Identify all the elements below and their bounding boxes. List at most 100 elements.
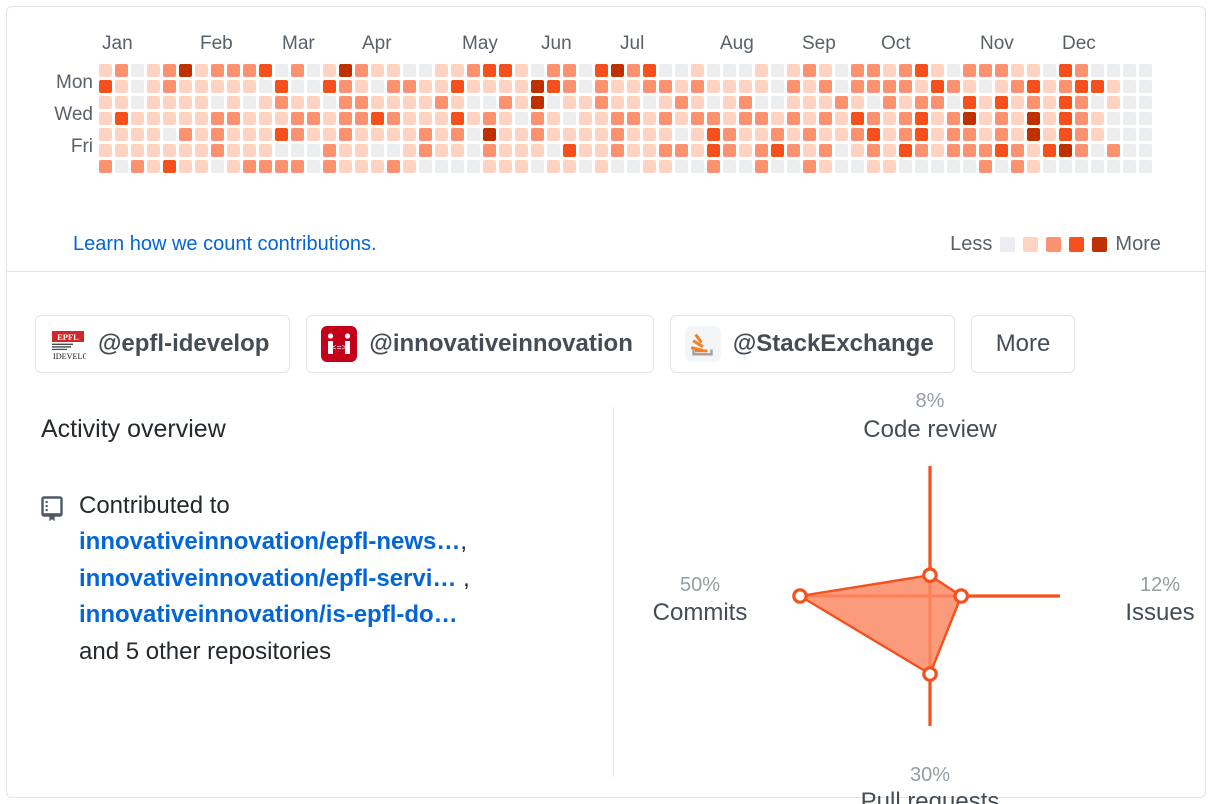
heatmap-cell[interactable] (419, 160, 432, 173)
heatmap-cell[interactable] (467, 128, 480, 141)
heatmap-cell[interactable] (499, 128, 512, 141)
heatmap-cell[interactable] (995, 96, 1008, 109)
heatmap-cell[interactable] (803, 128, 816, 141)
heatmap-cell[interactable] (483, 96, 496, 109)
heatmap-cell[interactable] (867, 160, 880, 173)
heatmap-cell[interactable] (1027, 80, 1040, 93)
heatmap-cell[interactable] (147, 128, 160, 141)
heatmap-cell[interactable] (467, 96, 480, 109)
heatmap-cell[interactable] (371, 112, 384, 125)
heatmap-cell[interactable] (259, 144, 272, 157)
heatmap-cell[interactable] (115, 144, 128, 157)
heatmap-cell[interactable] (707, 112, 720, 125)
heatmap-cell[interactable] (579, 96, 592, 109)
heatmap-cell[interactable] (1139, 128, 1152, 141)
heatmap-cell[interactable] (99, 144, 112, 157)
heatmap-cell[interactable] (675, 64, 688, 77)
heatmap-cell[interactable] (899, 112, 912, 125)
heatmap-cell[interactable] (1091, 160, 1104, 173)
heatmap-cell[interactable] (915, 144, 928, 157)
heatmap-cell[interactable] (611, 112, 624, 125)
heatmap-cell[interactable] (531, 96, 544, 109)
heatmap-cell[interactable] (1091, 96, 1104, 109)
heatmap-cell[interactable] (771, 144, 784, 157)
heatmap-cell[interactable] (323, 96, 336, 109)
heatmap-cell[interactable] (515, 128, 528, 141)
heatmap-cell[interactable] (355, 96, 368, 109)
heatmap-cell[interactable] (643, 64, 656, 77)
heatmap-cell[interactable] (499, 64, 512, 77)
heatmap-cell[interactable] (467, 64, 480, 77)
heatmap-cell[interactable] (995, 160, 1008, 173)
heatmap-cell[interactable] (947, 64, 960, 77)
heatmap-cell[interactable] (883, 128, 896, 141)
heatmap-cell[interactable] (387, 160, 400, 173)
heatmap-cell[interactable] (147, 144, 160, 157)
heatmap-cell[interactable] (547, 160, 560, 173)
heatmap-cell[interactable] (915, 64, 928, 77)
heatmap-cell[interactable] (851, 80, 864, 93)
heatmap-cell[interactable] (979, 128, 992, 141)
heatmap-cell[interactable] (1043, 160, 1056, 173)
heatmap-cell[interactable] (323, 80, 336, 93)
heatmap-cell[interactable] (723, 64, 736, 77)
heatmap-cell[interactable] (547, 80, 560, 93)
heatmap-cell[interactable] (131, 144, 144, 157)
heatmap-cell[interactable] (1027, 112, 1040, 125)
heatmap-cell[interactable] (307, 160, 320, 173)
heatmap-cell[interactable] (115, 128, 128, 141)
heatmap-cell[interactable] (1091, 144, 1104, 157)
heatmap-cell[interactable] (467, 112, 480, 125)
heatmap-cell[interactable] (899, 80, 912, 93)
heatmap-cell[interactable] (611, 160, 624, 173)
heatmap-cell[interactable] (723, 144, 736, 157)
heatmap-cell[interactable] (291, 144, 304, 157)
heatmap-cell[interactable] (371, 80, 384, 93)
heatmap-cell[interactable] (771, 96, 784, 109)
heatmap-cell[interactable] (1123, 80, 1136, 93)
heatmap-cell[interactable] (819, 128, 832, 141)
heatmap-cell[interactable] (867, 80, 880, 93)
heatmap-cell[interactable] (867, 96, 880, 109)
heatmap-cell[interactable] (739, 112, 752, 125)
heatmap-cell[interactable] (947, 144, 960, 157)
heatmap-cell[interactable] (179, 80, 192, 93)
heatmap-cell[interactable] (595, 128, 608, 141)
heatmap-cell[interactable] (659, 128, 672, 141)
heatmap-cell[interactable] (627, 80, 640, 93)
heatmap-cell[interactable] (883, 80, 896, 93)
heatmap-cell[interactable] (403, 112, 416, 125)
heatmap-cell[interactable] (627, 64, 640, 77)
heatmap-cell[interactable] (819, 80, 832, 93)
heatmap-cell[interactable] (419, 112, 432, 125)
heatmap-cell[interactable] (723, 160, 736, 173)
heatmap-cell[interactable] (1027, 128, 1040, 141)
heatmap-cell[interactable] (643, 112, 656, 125)
repo-link-2[interactable]: innovativeinnovation/epfl-servi… (79, 565, 456, 592)
heatmap-cell[interactable] (659, 80, 672, 93)
heatmap-cell[interactable] (851, 96, 864, 109)
heatmap-cell[interactable] (179, 64, 192, 77)
heatmap-cell[interactable] (403, 96, 416, 109)
org-badge-stackexchange[interactable]: @StackExchange (669, 315, 955, 373)
heatmap-cell[interactable] (1043, 64, 1056, 77)
heatmap-cell[interactable] (835, 112, 848, 125)
heatmap-cell[interactable] (243, 96, 256, 109)
heatmap-cell[interactable] (547, 144, 560, 157)
heatmap-cell[interactable] (771, 64, 784, 77)
heatmap-cell[interactable] (1139, 96, 1152, 109)
heatmap-cell[interactable] (227, 112, 240, 125)
heatmap-cell[interactable] (403, 128, 416, 141)
heatmap-cell[interactable] (931, 160, 944, 173)
heatmap-cell[interactable] (195, 80, 208, 93)
heatmap-cell[interactable] (739, 128, 752, 141)
heatmap-cell[interactable] (227, 144, 240, 157)
heatmap-cell[interactable] (531, 80, 544, 93)
heatmap-cell[interactable] (1011, 80, 1024, 93)
heatmap-cell[interactable] (99, 80, 112, 93)
heatmap-cell[interactable] (787, 64, 800, 77)
heatmap-cell[interactable] (915, 112, 928, 125)
heatmap-cell[interactable] (963, 112, 976, 125)
heatmap-cell[interactable] (227, 160, 240, 173)
heatmap-cell[interactable] (227, 96, 240, 109)
